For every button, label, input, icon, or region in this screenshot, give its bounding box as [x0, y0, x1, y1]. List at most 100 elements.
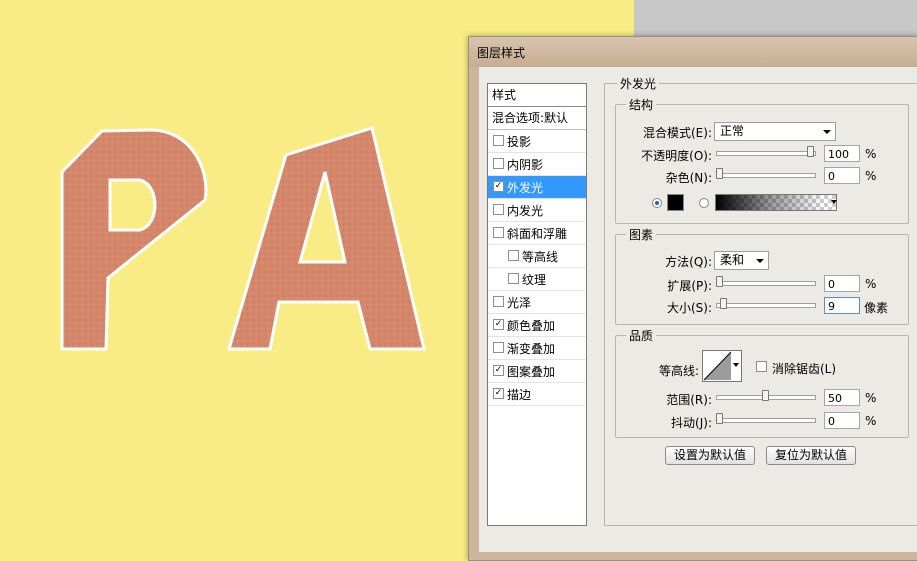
- chevron-down-icon: [823, 130, 831, 134]
- style-item-checkbox[interactable]: [493, 296, 504, 307]
- style-item-label: 描边: [507, 388, 532, 402]
- noise-percent: %: [865, 169, 877, 183]
- contour-picker[interactable]: [702, 350, 742, 382]
- style-item[interactable]: ✓ 颜色叠加: [488, 314, 586, 337]
- jitter-percent: %: [865, 414, 877, 428]
- make-default-button[interactable]: 设置为默认值: [665, 446, 755, 465]
- technique-select[interactable]: 柔和: [714, 251, 769, 270]
- style-item-checkbox[interactable]: [493, 342, 504, 353]
- blending-options-item[interactable]: 混合选项:默认: [488, 107, 586, 130]
- gradient-radio[interactable]: [699, 198, 709, 208]
- jitter-input[interactable]: 0: [824, 412, 860, 429]
- range-percent: %: [865, 391, 877, 405]
- style-item-label: 等高线: [522, 250, 559, 264]
- contour-label: 等高线:: [658, 364, 699, 378]
- size-input[interactable]: 9: [824, 297, 860, 314]
- range-input[interactable]: 50: [824, 389, 860, 406]
- jitter-slider[interactable]: [716, 418, 816, 423]
- style-item-label: 纹理: [522, 273, 547, 287]
- letter-a-shape: [226, 126, 426, 351]
- style-item-checkbox[interactable]: ✓: [493, 365, 504, 376]
- style-item-checkbox[interactable]: [493, 135, 504, 146]
- style-item[interactable]: 内阴影: [488, 153, 586, 176]
- technique-value: 柔和: [720, 253, 745, 267]
- gradient-chevron-icon: [831, 200, 837, 204]
- range-slider-thumb[interactable]: [761, 390, 769, 401]
- size-label: 大小(S):: [666, 301, 712, 315]
- opacity-slider-thumb[interactable]: [807, 146, 814, 157]
- opacity-input[interactable]: 100: [824, 145, 860, 162]
- structure-group: 结构 混合模式(E): 正常 不透明度(O): 100 % 杂色(N): 0 %: [615, 96, 909, 224]
- spread-percent: %: [865, 277, 877, 291]
- style-item-label: 内阴影: [507, 158, 544, 172]
- style-items-list: 投影 内阴影 ✓ 外发光 内发光 斜面和浮雕 等高线 纹理 光泽 ✓ 颜色叠加 渐变叠加 ✓ 图案叠加 ✓ 描…: [488, 130, 586, 406]
- style-item-checkbox[interactable]: [493, 227, 504, 238]
- style-item[interactable]: ✓ 描边: [488, 383, 586, 406]
- range-label: 范围(R):: [666, 393, 712, 407]
- jitter-slider-thumb[interactable]: [716, 413, 723, 424]
- contour-chevron-icon: [733, 363, 739, 367]
- blend-mode-select[interactable]: 正常: [714, 122, 836, 141]
- style-item-label: 渐变叠加: [507, 342, 556, 356]
- style-item[interactable]: ✓ 图案叠加: [488, 360, 586, 383]
- style-item-checkbox[interactable]: [493, 204, 504, 215]
- quality-title: 品质: [626, 327, 657, 344]
- style-item[interactable]: ✓ 外发光: [488, 176, 586, 199]
- style-item-label: 图案叠加: [507, 365, 556, 379]
- style-item-checkbox[interactable]: ✓: [493, 319, 504, 330]
- style-item-checkbox[interactable]: [508, 250, 519, 261]
- style-item[interactable]: 光泽: [488, 291, 586, 314]
- blend-mode-label: 混合模式(E):: [643, 126, 712, 140]
- spread-slider[interactable]: [716, 281, 816, 286]
- style-item-checkbox[interactable]: ✓: [493, 388, 504, 399]
- spread-slider-thumb[interactable]: [716, 276, 723, 287]
- opacity-percent: %: [865, 147, 877, 161]
- size-unit: 像素: [864, 301, 889, 315]
- spread-input[interactable]: 0: [824, 275, 860, 292]
- elements-group: 图素 方法(Q): 柔和 扩展(P): 0 % 大小(S): 9 像素: [615, 226, 909, 325]
- jitter-label: 抖动(J):: [671, 416, 712, 430]
- gradient-picker[interactable]: [715, 194, 837, 211]
- style-item[interactable]: 渐变叠加: [488, 337, 586, 360]
- style-item[interactable]: 斜面和浮雕: [488, 222, 586, 245]
- style-item-label: 外发光: [507, 181, 544, 195]
- opacity-slider[interactable]: [716, 151, 816, 156]
- style-item-checkbox[interactable]: [493, 158, 504, 169]
- outer-glow-panel: 外发光 结构 混合模式(E): 正常 不透明度(O): 100 % 杂色(N):…: [604, 75, 917, 526]
- style-item-checkbox[interactable]: [508, 273, 519, 284]
- elements-title: 图素: [626, 226, 657, 243]
- noise-slider-thumb[interactable]: [716, 168, 723, 179]
- size-slider[interactable]: [716, 303, 816, 308]
- style-item-checkbox[interactable]: ✓: [493, 181, 504, 192]
- styles-header[interactable]: 样式: [488, 84, 586, 107]
- size-slider-thumb[interactable]: [719, 298, 727, 309]
- reset-default-button[interactable]: 复位为默认值: [766, 446, 856, 465]
- antialias-checkbox[interactable]: [756, 361, 767, 372]
- outer-glow-title: 外发光: [617, 75, 660, 92]
- layer-style-dialog: 图层样式 样式 混合选项:默认 投影 内阴影 ✓ 外发光 内发光 斜面和浮雕 等高线 纹理 光泽…: [468, 36, 917, 561]
- style-item[interactable]: 等高线: [488, 245, 586, 268]
- style-item-label: 光泽: [507, 296, 532, 310]
- styles-panel: 样式 混合选项:默认 投影 内阴影 ✓ 外发光 内发光 斜面和浮雕 等高线 纹理 光泽 ✓ 颜色叠加…: [487, 83, 587, 526]
- opacity-label: 不透明度(O):: [641, 149, 712, 163]
- style-item[interactable]: 投影: [488, 130, 586, 153]
- dialog-titlebar[interactable]: 图层样式: [469, 37, 917, 67]
- blend-mode-value: 正常: [720, 124, 745, 138]
- style-item-label: 斜面和浮雕: [507, 227, 568, 241]
- letter-p-shape: [60, 128, 208, 351]
- noise-input[interactable]: 0: [824, 167, 860, 184]
- style-item-label: 投影: [507, 135, 532, 149]
- solid-color-radio[interactable]: [652, 198, 662, 208]
- style-item[interactable]: 内发光: [488, 199, 586, 222]
- structure-title: 结构: [626, 96, 657, 113]
- style-item[interactable]: 纹理: [488, 268, 586, 291]
- antialias-label: 消除锯齿(L): [772, 362, 837, 376]
- style-item-label: 内发光: [507, 204, 544, 218]
- dialog-title: 图层样式: [477, 46, 526, 60]
- glow-color-swatch[interactable]: [667, 194, 684, 211]
- style-item-label: 颜色叠加: [507, 319, 556, 333]
- noise-slider[interactable]: [716, 173, 816, 178]
- chevron-down-icon: [756, 259, 764, 263]
- technique-label: 方法(Q):: [665, 255, 712, 269]
- dialog-frame-left: [469, 67, 479, 560]
